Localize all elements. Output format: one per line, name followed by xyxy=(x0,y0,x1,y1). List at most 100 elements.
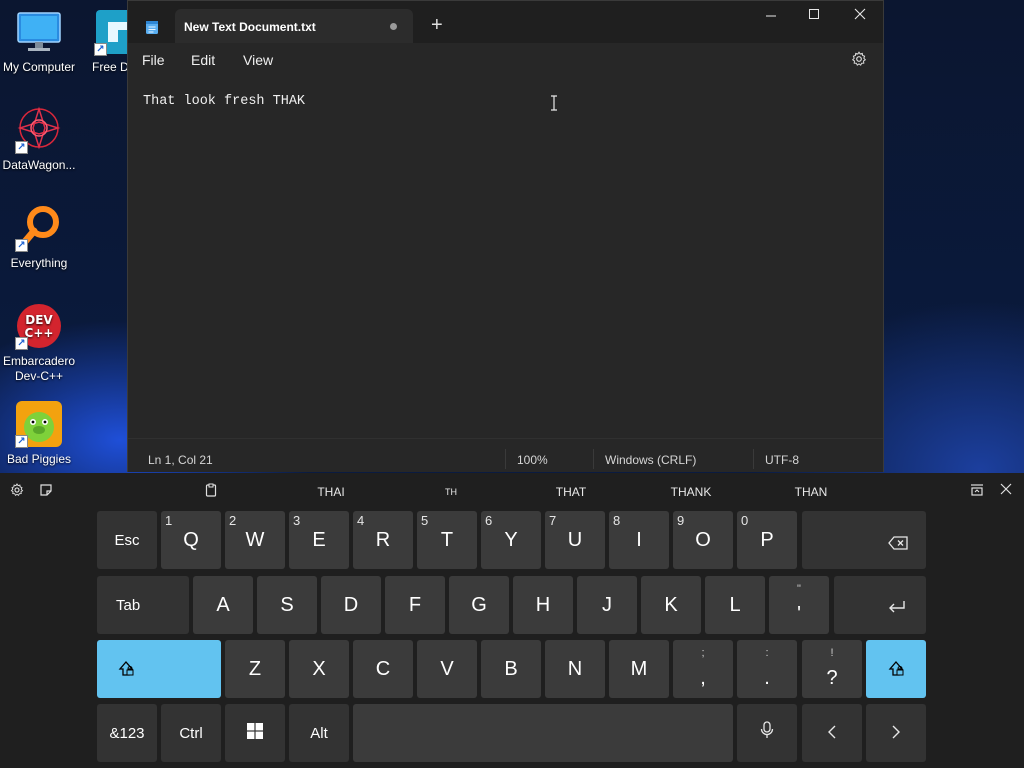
shift-lock-icon xyxy=(117,660,135,684)
key-n[interactable]: N xyxy=(545,640,605,698)
key-label: E xyxy=(312,528,326,551)
chevron-left-icon xyxy=(827,722,837,745)
key-arrow-right[interactable] xyxy=(866,704,926,762)
key-microphone[interactable] xyxy=(737,704,797,762)
enter-icon xyxy=(888,597,906,620)
desktop-icon-label: DataWagon... xyxy=(2,158,76,172)
status-bar: Ln 1, Col 21 100% Windows (CRLF) UTF-8 xyxy=(128,438,883,472)
zoom-level[interactable]: 100% xyxy=(517,453,548,467)
suggestion-item[interactable]: THAN xyxy=(795,485,828,499)
encoding[interactable]: UTF-8 xyxy=(765,453,799,467)
line-ending[interactable]: Windows (CRLF) xyxy=(605,453,696,467)
key-label: , xyxy=(700,667,706,689)
key-windows[interactable] xyxy=(225,704,285,762)
key-space[interactable] xyxy=(353,704,733,762)
key-alt-label: 3 xyxy=(293,513,301,528)
key-enter[interactable] xyxy=(834,576,926,634)
key-shift-right[interactable] xyxy=(866,640,926,698)
key-alt[interactable]: Alt xyxy=(289,704,349,762)
key-t[interactable]: 5T xyxy=(417,511,477,569)
key-q[interactable]: 1Q xyxy=(161,511,221,569)
key-e[interactable]: 3E xyxy=(289,511,349,569)
key-f[interactable]: F xyxy=(385,576,445,634)
key-label: B xyxy=(504,657,518,680)
text-editor[interactable]: That look fresh THAK xyxy=(128,75,883,437)
key-h[interactable]: H xyxy=(513,576,573,634)
desktop-icon-devcpp[interactable]: DEV C++ ↗ Embarcadero Dev-C++ xyxy=(0,302,78,384)
key-label: A xyxy=(216,593,230,616)
key-alt-label: : xyxy=(765,647,769,659)
key-i[interactable]: 8I xyxy=(609,511,669,569)
key-backspace[interactable] xyxy=(802,511,926,569)
gear-icon[interactable] xyxy=(851,51,867,70)
shortcut-arrow-icon: ↗ xyxy=(15,435,28,448)
magnifier-icon: ↗ xyxy=(15,204,63,252)
key-u[interactable]: 7U xyxy=(545,511,605,569)
key-symbols[interactable]: &123 xyxy=(97,704,157,762)
sticker-icon[interactable] xyxy=(39,483,53,500)
desktop-icon-label: Everything xyxy=(10,256,68,270)
key-quote[interactable]: " ' xyxy=(769,576,829,634)
key-tab[interactable]: Tab xyxy=(97,576,189,634)
key-w[interactable]: 2W xyxy=(225,511,285,569)
suggestion-item[interactable]: THANK xyxy=(671,485,712,499)
key-z[interactable]: Z xyxy=(225,640,285,698)
close-button[interactable] xyxy=(837,7,883,27)
key-o[interactable]: 9O xyxy=(673,511,733,569)
notepad-window: New Text Document.txt + File Edit View T… xyxy=(127,0,884,472)
suggestion-item[interactable]: THAT xyxy=(556,485,586,499)
new-tab-button[interactable]: + xyxy=(431,15,443,35)
key-esc[interactable]: Esc xyxy=(97,511,157,569)
key-s[interactable]: S xyxy=(257,576,317,634)
clipboard-icon[interactable] xyxy=(204,483,218,500)
notepad-app-icon xyxy=(145,19,159,40)
key-d[interactable]: D xyxy=(321,576,381,634)
text-cursor-icon xyxy=(550,95,558,116)
key-comma[interactable]: ; , xyxy=(673,640,733,698)
title-bar: New Text Document.txt + xyxy=(128,1,883,43)
desktop-icon-bad-piggies[interactable]: ↗ Bad Piggies xyxy=(0,400,78,467)
key-v[interactable]: V xyxy=(417,640,477,698)
svg-text:DEV: DEV xyxy=(25,313,53,327)
key-p[interactable]: 0P xyxy=(737,511,797,569)
key-period[interactable]: : . xyxy=(737,640,797,698)
tab-document[interactable]: New Text Document.txt xyxy=(175,9,413,43)
key-k[interactable]: K xyxy=(641,576,701,634)
key-l[interactable]: L xyxy=(705,576,765,634)
menu-file[interactable]: File xyxy=(142,52,165,68)
key-label: O xyxy=(695,528,711,551)
key-b[interactable]: B xyxy=(481,640,541,698)
keyboard-settings-gear-icon[interactable] xyxy=(10,483,24,500)
desktop-icon-datawagon[interactable]: ↗ DataWagon... xyxy=(0,106,78,173)
key-arrow-left[interactable] xyxy=(802,704,862,762)
key-label: V xyxy=(440,657,454,680)
maximize-button[interactable] xyxy=(791,7,837,27)
svg-text:C++: C++ xyxy=(25,326,54,340)
unsaved-dot-icon[interactable] xyxy=(390,23,397,30)
key-label: K xyxy=(664,593,678,616)
key-j[interactable]: J xyxy=(577,576,637,634)
key-shift-left[interactable] xyxy=(97,640,221,698)
suggestion-item[interactable]: THAI xyxy=(317,485,344,499)
key-x[interactable]: X xyxy=(289,640,349,698)
key-r[interactable]: 4R xyxy=(353,511,413,569)
minimize-button[interactable] xyxy=(748,7,794,27)
key-label: M xyxy=(630,657,648,680)
key-c[interactable]: C xyxy=(353,640,413,698)
key-a[interactable]: A xyxy=(193,576,253,634)
menu-view[interactable]: View xyxy=(243,52,273,68)
key-alt-label: ; xyxy=(701,647,705,659)
key-alt-label: 5 xyxy=(421,513,429,528)
key-ctrl[interactable]: Ctrl xyxy=(161,704,221,762)
key-m[interactable]: M xyxy=(609,640,669,698)
key-question[interactable]: ! ? xyxy=(802,640,862,698)
menu-edit[interactable]: Edit xyxy=(191,52,215,68)
key-y[interactable]: 6Y xyxy=(481,511,541,569)
desktop-icon-everything[interactable]: ↗ Everything xyxy=(0,204,78,271)
key-g[interactable]: G xyxy=(449,576,509,634)
key-alt-label: " xyxy=(797,583,801,595)
close-keyboard-icon[interactable] xyxy=(1000,483,1012,498)
suggestion-item[interactable]: TH xyxy=(445,487,457,497)
dock-keyboard-icon[interactable] xyxy=(970,483,984,500)
desktop-icon-my-computer[interactable]: My Computer xyxy=(0,8,78,75)
